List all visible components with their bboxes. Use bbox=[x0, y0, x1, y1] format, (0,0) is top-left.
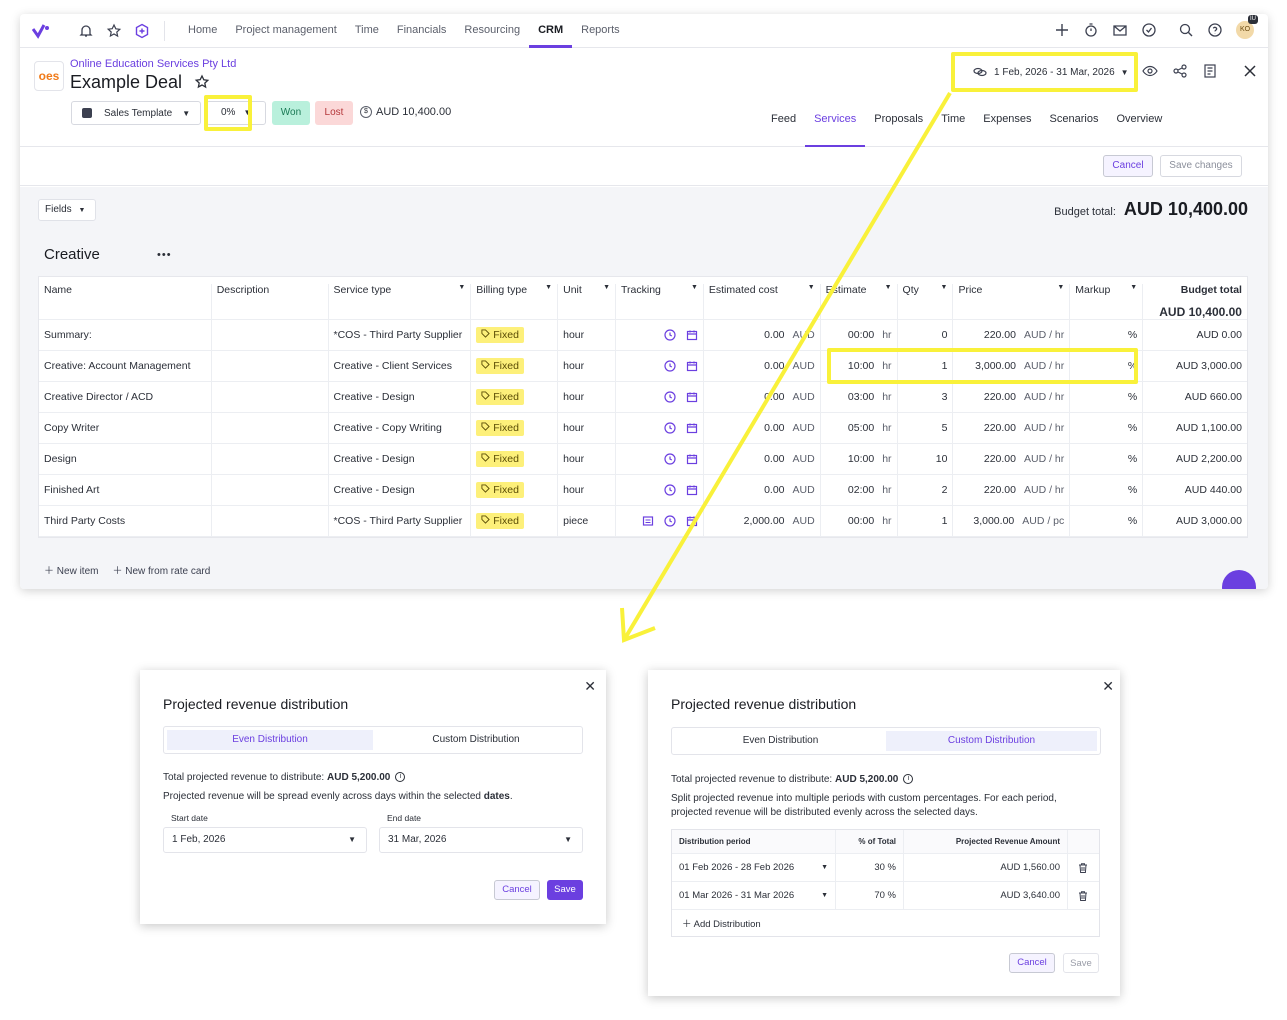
custom-distribution-modal: Projected revenue distribution ✕ Even Di… bbox=[648, 670, 1120, 996]
chevron-down-icon: ▼ bbox=[821, 864, 828, 871]
info-icon[interactable]: i bbox=[903, 774, 914, 785]
percent-input[interactable]: 70 % bbox=[836, 882, 904, 909]
save-button[interactable]: Save bbox=[1063, 953, 1099, 973]
total-revenue-text: Total projected revenue to distribute: A… bbox=[163, 771, 406, 785]
close-icon[interactable]: ✕ bbox=[584, 678, 596, 695]
distribution-header: Distribution period % of Total Projected… bbox=[672, 830, 1099, 854]
total-revenue-label: Total projected revenue to distribute: bbox=[163, 772, 325, 783]
add-distribution-label: Add Distribution bbox=[693, 919, 761, 930]
modal-title: Projected revenue distribution bbox=[163, 696, 349, 712]
even-distribution-modal: Projected revenue distribution ✕ Even Di… bbox=[140, 670, 606, 924]
distribution-description: Projected revenue will be spread evenly … bbox=[163, 791, 513, 802]
close-icon[interactable]: ✕ bbox=[1102, 678, 1114, 695]
total-revenue-value: AUD 5,200.00 bbox=[835, 774, 899, 785]
tab-even-distribution[interactable]: Even Distribution bbox=[167, 730, 373, 750]
trash-icon[interactable] bbox=[1068, 882, 1098, 909]
end-date-select[interactable]: 31 Mar, 2026 ▼ bbox=[379, 827, 583, 853]
distribution-table: Distribution period % of Total Projected… bbox=[671, 829, 1100, 937]
modal-title: Projected revenue distribution bbox=[671, 696, 857, 712]
add-distribution-button[interactable]: ＋ Add Distribution bbox=[672, 910, 1099, 936]
start-date-value: 1 Feb, 2026 bbox=[172, 834, 226, 845]
end-date-value: 31 Mar, 2026 bbox=[388, 834, 447, 845]
tab-custom-distribution[interactable]: Custom Distribution bbox=[373, 730, 579, 750]
distribution-description-line1: Split projected revenue into multiple pe… bbox=[671, 793, 1057, 804]
start-date-select[interactable]: 1 Feb, 2026 ▼ bbox=[163, 827, 367, 853]
distribution-toggle: Even Distribution Custom Distribution bbox=[671, 727, 1101, 755]
total-revenue-text: Total projected revenue to distribute: A… bbox=[671, 773, 914, 787]
period-select[interactable]: 01 Mar 2026 - 31 Mar 2026 ▼ bbox=[672, 882, 836, 909]
percent-input[interactable]: 30 % bbox=[836, 854, 904, 881]
total-revenue-value: AUD 5,200.00 bbox=[327, 772, 391, 783]
amount-input[interactable]: AUD 3,640.00 bbox=[904, 882, 1068, 909]
end-date-label: End date bbox=[387, 813, 422, 823]
distribution-description: Split projected revenue into multiple pe… bbox=[671, 792, 1101, 820]
chevron-down-icon: ▼ bbox=[821, 892, 828, 899]
distribution-row: 01 Mar 2026 - 31 Mar 2026 ▼ 70 % AUD 3,640.… bbox=[672, 882, 1099, 910]
col-projected-amount: Projected Revenue Amount bbox=[904, 830, 1068, 853]
col-distribution-period: Distribution period bbox=[672, 830, 836, 853]
period-value: 01 Mar 2026 - 31 Mar 2026 bbox=[679, 890, 795, 901]
col-actions bbox=[1068, 830, 1098, 853]
start-date-label: Start date bbox=[171, 813, 208, 823]
distribution-description-line2: projected revenue will be distributed ev… bbox=[671, 807, 978, 818]
tab-custom-distribution[interactable]: Custom Distribution bbox=[886, 731, 1097, 751]
distribution-description-bold: dates bbox=[483, 791, 510, 802]
cancel-button[interactable]: Cancel bbox=[494, 880, 540, 900]
distribution-toggle: Even Distribution Custom Distribution bbox=[163, 726, 583, 754]
chevron-down-icon: ▼ bbox=[348, 835, 356, 844]
col-percent-total: % of Total bbox=[836, 830, 904, 853]
total-revenue-label: Total projected revenue to distribute: bbox=[671, 774, 833, 785]
tab-even-distribution[interactable]: Even Distribution bbox=[675, 731, 886, 751]
trash-icon[interactable] bbox=[1068, 854, 1098, 881]
period-value: 01 Feb 2026 - 28 Feb 2026 bbox=[679, 862, 795, 873]
cancel-button[interactable]: Cancel bbox=[1009, 953, 1055, 973]
save-button[interactable]: Save bbox=[547, 880, 583, 900]
chevron-down-icon: ▼ bbox=[564, 835, 572, 844]
distribution-description-text: Projected revenue will be spread evenly … bbox=[163, 791, 481, 802]
period-select[interactable]: 01 Feb 2026 - 28 Feb 2026 ▼ bbox=[672, 854, 836, 881]
info-icon[interactable]: i bbox=[395, 772, 406, 783]
distribution-row: 01 Feb 2026 - 28 Feb 2026 ▼ 30 % AUD 1,560.… bbox=[672, 854, 1099, 882]
amount-input[interactable]: AUD 1,560.00 bbox=[904, 854, 1068, 881]
